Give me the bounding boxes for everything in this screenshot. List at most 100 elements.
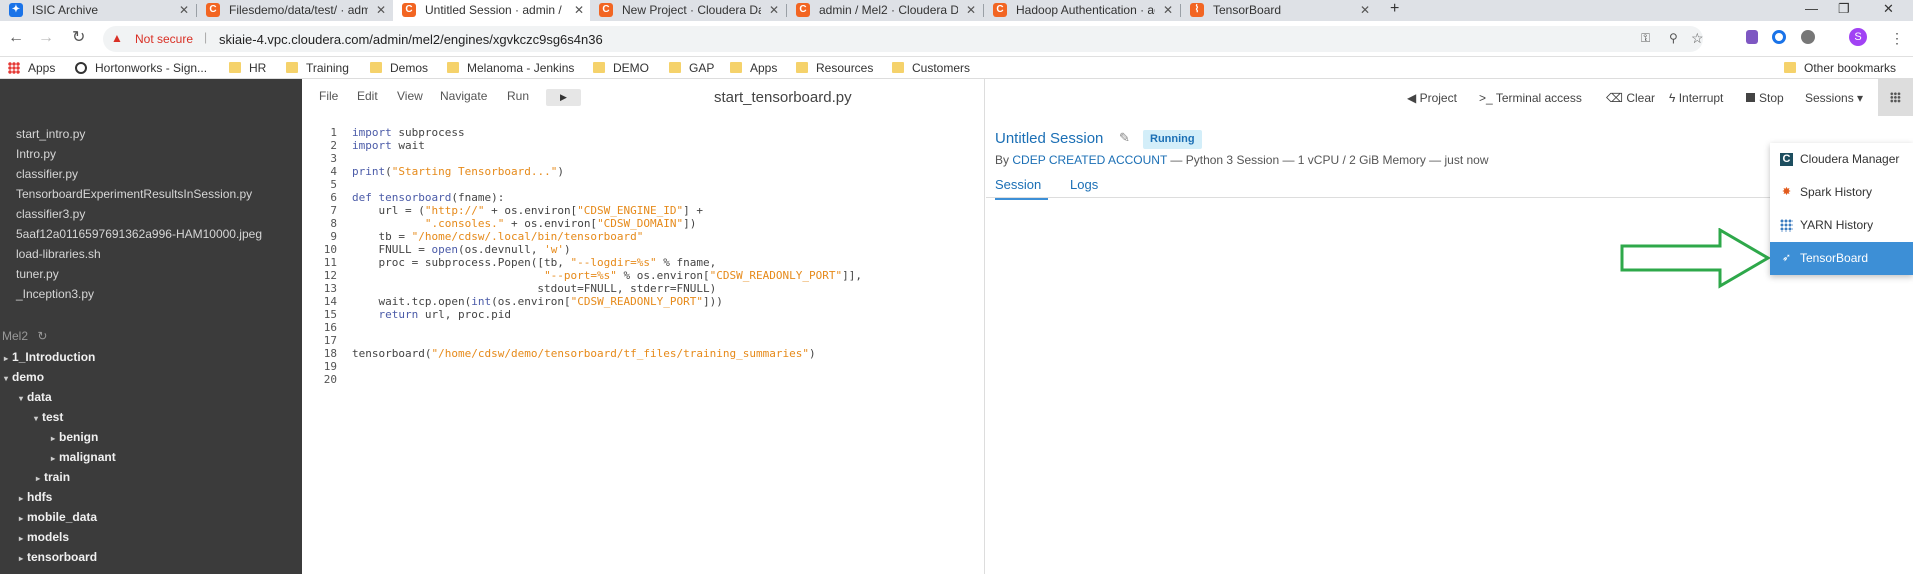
- close-icon[interactable]: ✕: [574, 0, 584, 20]
- omnibox[interactable]: ▲ Not secure | skiaie-4.vpc.cloudera.com…: [103, 26, 1704, 52]
- address-toolbar: ← → ↻ ▲ Not secure | skiaie-4.vpc.cloude…: [0, 21, 1913, 57]
- file-item[interactable]: start_intro.py: [16, 127, 85, 141]
- close-icon[interactable]: ✕: [769, 0, 779, 20]
- yarn-icon: [1780, 219, 1793, 232]
- file-item[interactable]: classifier.py: [16, 167, 78, 181]
- url-text[interactable]: skiaie-4.vpc.cloudera.com/admin/mel2/eng…: [219, 32, 603, 47]
- tree-item-hdfs[interactable]: ▸ hdfs: [19, 490, 52, 504]
- browser-tab-untitled-session[interactable]: C Untitled Session · admin / Mel2 · ✕: [393, 0, 590, 21]
- terminal-access-button[interactable]: >_ Terminal access: [1479, 91, 1582, 105]
- file-item[interactable]: _Inception3.py: [16, 287, 94, 301]
- zoom-icon[interactable]: ⚲: [1669, 31, 1678, 45]
- reload-icon[interactable]: ↻: [72, 29, 85, 47]
- folder-icon: [892, 62, 904, 73]
- bookmark-training[interactable]: Training: [286, 60, 349, 76]
- extension-icon[interactable]: [1801, 30, 1815, 44]
- caret-down-icon: ▾: [1853, 91, 1864, 105]
- tree-item-demo[interactable]: ▾ demo: [4, 370, 44, 384]
- maximize-button[interactable]: ❐: [1838, 0, 1850, 18]
- folder-icon: [669, 62, 681, 73]
- menu-icon[interactable]: ⋮: [1890, 30, 1904, 47]
- menu-run[interactable]: Run: [507, 89, 529, 103]
- close-icon[interactable]: ✕: [1163, 0, 1173, 20]
- menu-item-yarn-history[interactable]: YARN History: [1770, 209, 1913, 242]
- spark-icon: ✸: [1781, 186, 1792, 198]
- menu-item-tensorboard[interactable]: ➶ TensorBoard: [1770, 242, 1913, 275]
- refresh-icon[interactable]: ↻: [37, 329, 47, 343]
- bookmark-demos[interactable]: Demos: [370, 60, 428, 76]
- bookmark-hr[interactable]: HR: [229, 60, 266, 76]
- bookmark-resources[interactable]: Resources: [796, 60, 873, 76]
- forward-icon[interactable]: →: [38, 29, 54, 47]
- file-item[interactable]: classifier3.py: [16, 207, 85, 221]
- bookmark-customers[interactable]: Customers: [892, 60, 970, 76]
- tree-item-test[interactable]: ▾ test: [34, 410, 63, 424]
- tab-label: Filesdemo/data/test/ · admin / M: [229, 3, 368, 17]
- close-icon[interactable]: ✕: [179, 0, 189, 20]
- profile-avatar[interactable]: S: [1849, 28, 1867, 46]
- close-icon[interactable]: ✕: [966, 0, 976, 20]
- extension-icon[interactable]: [1772, 30, 1786, 44]
- browser-tab-admin-mel2[interactable]: C admin / Mel2 · Cloudera Data Sc ✕: [787, 0, 982, 21]
- bookmark-gap[interactable]: GAP: [669, 60, 714, 76]
- file-item[interactable]: 5aaf12a0116597691362a996-HAM10000.jpeg: [16, 227, 262, 241]
- bookmark-other[interactable]: Other bookmarks: [1784, 60, 1896, 76]
- menu-file[interactable]: File: [319, 89, 338, 103]
- bookmark-demo[interactable]: DEMO: [593, 60, 649, 76]
- bookmark-apps[interactable]: Apps: [8, 60, 55, 76]
- project-label: Mel2 ↻: [2, 329, 48, 343]
- warning-icon: ▲: [111, 31, 123, 45]
- file-item[interactable]: Intro.py: [16, 147, 56, 161]
- browser-tab-filesdemo[interactable]: C Filesdemo/data/test/ · admin / M ✕: [197, 0, 392, 21]
- browser-tab-tensorboard[interactable]: ⌇ TensorBoard ✕: [1181, 0, 1376, 21]
- minimize-button[interactable]: —: [1805, 0, 1818, 18]
- tab-logs[interactable]: Logs: [1070, 177, 1098, 192]
- account-link[interactable]: CDEP CREATED ACCOUNT: [1012, 153, 1167, 167]
- browser-tab-isic[interactable]: ✦ ISIC Archive ✕: [0, 0, 195, 21]
- back-icon[interactable]: ←: [8, 29, 24, 47]
- bookmark-apps-folder[interactable]: Apps: [730, 60, 777, 76]
- tree-item-benign[interactable]: ▸ benign: [51, 430, 98, 444]
- tree-item-malignant[interactable]: ▸ malignant: [51, 450, 116, 464]
- file-item[interactable]: tuner.py: [16, 267, 59, 281]
- browser-tab-strip: ✦ ISIC Archive ✕ C Filesdemo/data/test/ …: [0, 0, 1913, 21]
- apps-grid-button[interactable]: [1878, 79, 1913, 116]
- window-close-button[interactable]: ✕: [1883, 0, 1894, 18]
- menu-edit[interactable]: Edit: [357, 89, 378, 103]
- new-tab-button[interactable]: +: [1390, 0, 1399, 18]
- tree-item-mobile_data[interactable]: ▸ mobile_data: [19, 510, 97, 524]
- terminal-icon: >_: [1479, 91, 1496, 105]
- clear-button[interactable]: ⌫ Clear: [1606, 91, 1655, 105]
- menu-view[interactable]: View: [397, 89, 423, 103]
- menu-navigate[interactable]: Navigate: [440, 89, 487, 103]
- extension-icon[interactable]: [1746, 30, 1758, 44]
- code-editor-pane: File Edit View Navigate Run ▶ start_tens…: [302, 79, 985, 574]
- tree-item-data[interactable]: ▾ data: [19, 390, 52, 404]
- tree-item-1_introduction[interactable]: ▸ 1_Introduction: [4, 350, 95, 364]
- browser-tab-new-project[interactable]: C New Project · Cloudera Data Scie ✕: [590, 0, 785, 21]
- folder-icon: [1784, 62, 1796, 73]
- star-icon[interactable]: ☆: [1691, 30, 1704, 47]
- file-item[interactable]: load-libraries.sh: [16, 247, 101, 261]
- bookmark-hortonworks[interactable]: Hortonworks - Sign...: [75, 60, 207, 76]
- close-icon[interactable]: ✕: [1360, 0, 1370, 20]
- key-icon[interactable]: ⚿: [1641, 31, 1650, 46]
- session-title[interactable]: Untitled Session: [995, 130, 1103, 147]
- tree-item-models[interactable]: ▸ models: [19, 530, 69, 544]
- edit-icon[interactable]: ✎: [1119, 130, 1130, 146]
- cloudera-manager-icon: C: [1780, 153, 1793, 166]
- menu-item-cloudera-manager[interactable]: C Cloudera Manager: [1770, 143, 1913, 176]
- browser-tab-hadoop-auth[interactable]: C Hadoop Authentication · admin · ✕: [984, 0, 1179, 21]
- project-button[interactable]: ◀ Project: [1407, 91, 1457, 105]
- tree-item-train[interactable]: ▸ train: [36, 470, 70, 484]
- tree-item-tensorboard[interactable]: ▸ tensorboard: [19, 550, 97, 564]
- bookmark-melanoma[interactable]: Melanoma - Jenkins: [447, 60, 574, 76]
- tensorboard-icon: ⌇: [1190, 3, 1204, 17]
- menu-item-spark-history[interactable]: ✸ Spark History: [1770, 176, 1913, 209]
- sessions-dropdown[interactable]: Sessions ▾: [1805, 91, 1863, 105]
- file-item[interactable]: TensorboardExperimentResultsInSession.py: [16, 187, 252, 201]
- run-play-button[interactable]: ▶: [546, 89, 581, 106]
- interrupt-button[interactable]: ϟ Interrupt: [1669, 91, 1723, 105]
- stop-button[interactable]: Stop: [1746, 91, 1784, 105]
- close-icon[interactable]: ✕: [376, 0, 386, 20]
